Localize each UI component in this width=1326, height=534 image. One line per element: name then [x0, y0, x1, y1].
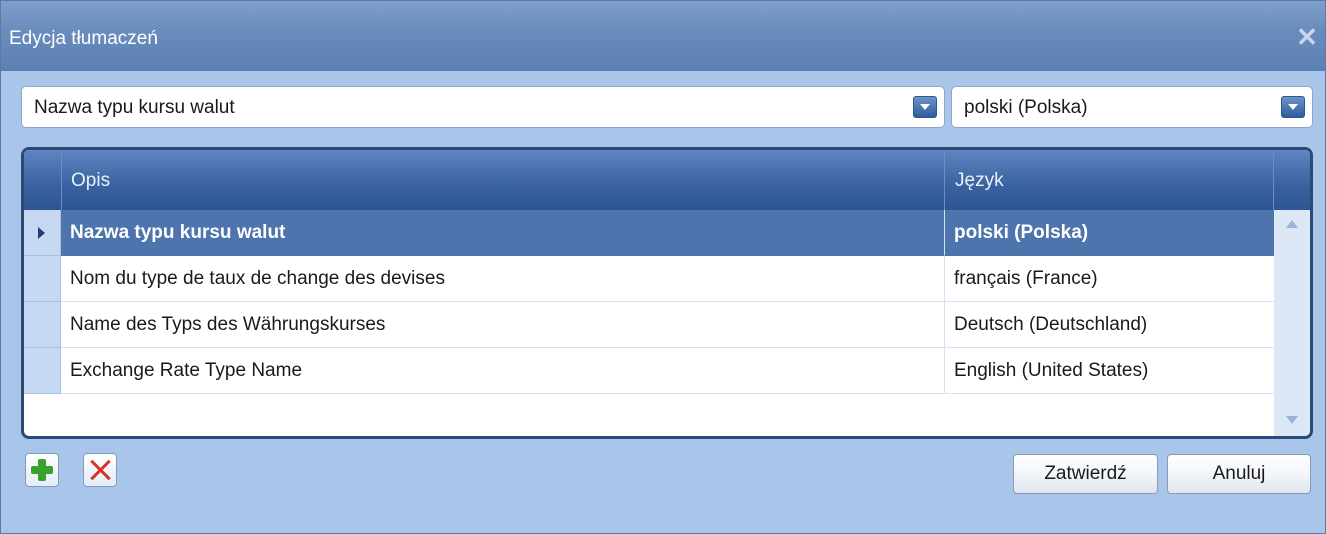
- column-header-language[interactable]: Język: [945, 150, 1274, 210]
- delete-translation-button[interactable]: [83, 453, 117, 487]
- translation-edit-dialog: Edycja tłumaczeń ✕ Nazwa typu kursu walu…: [0, 0, 1326, 534]
- row-selector[interactable]: [24, 210, 61, 256]
- close-icon[interactable]: ✕: [1295, 24, 1319, 50]
- cell-description[interactable]: Name des Typs des Währungskurses: [61, 302, 945, 348]
- row-selector[interactable]: [24, 348, 61, 394]
- add-translation-button[interactable]: [25, 453, 59, 487]
- description-combobox[interactable]: Nazwa typu kursu walut: [21, 86, 945, 128]
- chevron-down-icon[interactable]: [1281, 96, 1305, 118]
- table-row[interactable]: Nom du type de taux de change des devise…: [24, 256, 1274, 302]
- plus-icon: [31, 459, 53, 481]
- cell-language[interactable]: English (United States): [945, 348, 1274, 394]
- language-combobox-value: polski (Polska): [964, 97, 1088, 118]
- cell-description[interactable]: Exchange Rate Type Name: [61, 348, 945, 394]
- select-all-header[interactable]: [24, 150, 62, 210]
- title-bar[interactable]: Edycja tłumaczeń ✕: [1, 1, 1325, 71]
- cell-language[interactable]: français (France): [945, 256, 1274, 302]
- confirm-button[interactable]: Zatwierdź: [1013, 454, 1158, 494]
- current-row-arrow-icon: [38, 227, 45, 239]
- cell-description[interactable]: Nazwa typu kursu walut: [61, 210, 945, 256]
- x-icon: [87, 457, 113, 483]
- language-combobox[interactable]: polski (Polska): [951, 86, 1313, 128]
- table-row[interactable]: Exchange Rate Type Name English (United …: [24, 348, 1274, 394]
- row-selector[interactable]: [24, 302, 61, 348]
- scroll-up-icon[interactable]: [1286, 220, 1298, 228]
- column-header-description[interactable]: Opis: [61, 150, 945, 210]
- grid-header: Opis Język: [24, 150, 1310, 210]
- cell-description[interactable]: Nom du type de taux de change des devise…: [61, 256, 945, 302]
- description-combobox-value: Nazwa typu kursu walut: [34, 97, 235, 118]
- row-selector[interactable]: [24, 256, 61, 302]
- table-row[interactable]: Nazwa typu kursu walut polski (Polska): [24, 210, 1274, 256]
- cell-language[interactable]: polski (Polska): [945, 210, 1274, 256]
- window-title: Edycja tłumaczeń: [9, 28, 158, 49]
- chevron-down-icon[interactable]: [913, 96, 937, 118]
- vertical-scrollbar[interactable]: [1274, 210, 1310, 436]
- cancel-button[interactable]: Anuluj: [1167, 454, 1311, 494]
- scroll-down-icon[interactable]: [1286, 416, 1298, 424]
- cell-language[interactable]: Deutsch (Deutschland): [945, 302, 1274, 348]
- table-row[interactable]: Name des Typs des Währungskurses Deutsch…: [24, 302, 1274, 348]
- translations-grid: Opis Język Nazwa typu kursu walut polski…: [21, 147, 1313, 439]
